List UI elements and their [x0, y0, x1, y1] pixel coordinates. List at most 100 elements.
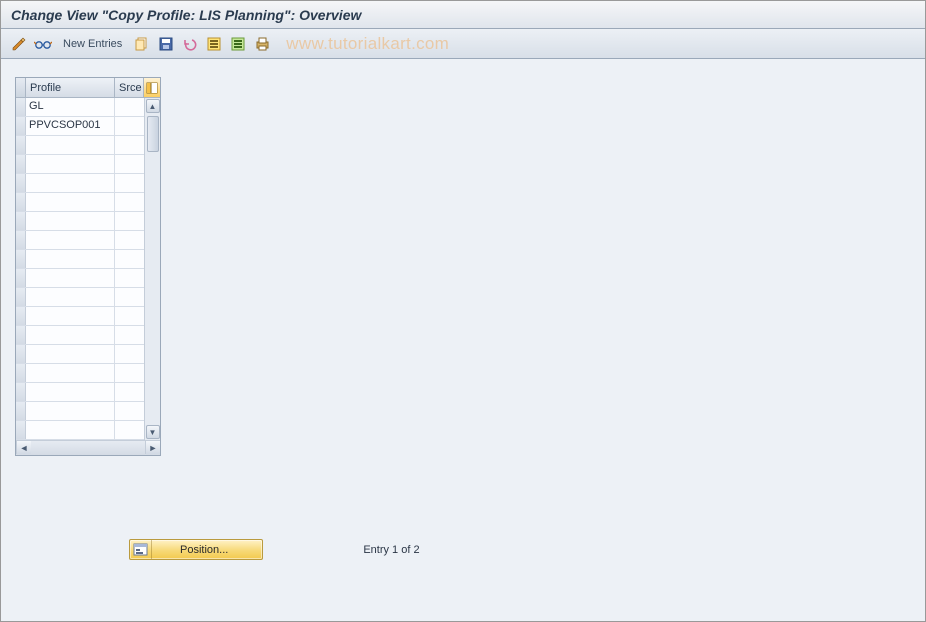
change-icon[interactable] [9, 34, 29, 54]
cell-profile[interactable]: PPVCSOP001 [26, 117, 115, 135]
cell-profile[interactable] [26, 345, 115, 363]
table-row[interactable]: GL [16, 98, 144, 117]
table-row[interactable] [16, 269, 144, 288]
table-row[interactable] [16, 364, 144, 383]
cell-srce[interactable] [115, 193, 144, 211]
cell-profile[interactable]: GL [26, 98, 115, 116]
new-entries-button[interactable]: New Entries [57, 38, 128, 50]
cell-profile[interactable] [26, 326, 115, 344]
cell-srce[interactable] [115, 250, 144, 268]
table-row[interactable] [16, 307, 144, 326]
row-selector[interactable] [16, 136, 26, 154]
row-selector[interactable] [16, 231, 26, 249]
row-selector[interactable] [16, 98, 26, 116]
undo-icon[interactable] [180, 34, 200, 54]
cell-srce[interactable] [115, 326, 144, 344]
column-profile[interactable]: Profile [26, 78, 115, 97]
cell-srce[interactable] [115, 421, 144, 439]
row-selector[interactable] [16, 250, 26, 268]
cell-srce[interactable] [115, 155, 144, 173]
cell-profile[interactable] [26, 250, 115, 268]
table-row[interactable] [16, 193, 144, 212]
cell-srce[interactable] [115, 117, 144, 135]
cell-srce[interactable] [115, 402, 144, 420]
cell-srce[interactable] [115, 212, 144, 230]
title-bar: Change View "Copy Profile: LIS Planning"… [1, 1, 925, 29]
row-selector[interactable] [16, 288, 26, 306]
configure-columns-icon[interactable] [144, 78, 160, 97]
cell-profile[interactable] [26, 136, 115, 154]
cell-srce[interactable] [115, 98, 144, 116]
grid-header: Profile Srce [16, 78, 160, 98]
row-selector[interactable] [16, 269, 26, 287]
table-row[interactable] [16, 212, 144, 231]
table-row[interactable] [16, 402, 144, 421]
select-all-icon[interactable] [204, 34, 224, 54]
cell-profile[interactable] [26, 383, 115, 401]
cell-profile[interactable] [26, 231, 115, 249]
cell-profile[interactable] [26, 307, 115, 325]
horizontal-scrollbar[interactable]: ◄ ► [16, 440, 160, 455]
cell-srce[interactable] [115, 231, 144, 249]
cell-srce[interactable] [115, 364, 144, 382]
row-selector[interactable] [16, 326, 26, 344]
table-row[interactable] [16, 345, 144, 364]
column-srce[interactable]: Srce [115, 78, 144, 97]
scroll-up-icon[interactable]: ▲ [146, 99, 160, 113]
row-selector[interactable] [16, 212, 26, 230]
deselect-all-icon[interactable] [228, 34, 248, 54]
cell-srce[interactable] [115, 307, 144, 325]
copy-icon[interactable] [132, 34, 152, 54]
cell-srce[interactable] [115, 136, 144, 154]
table-row[interactable] [16, 421, 144, 440]
cell-profile[interactable] [26, 193, 115, 211]
table-row[interactable] [16, 250, 144, 269]
cell-profile[interactable] [26, 288, 115, 306]
table-row[interactable] [16, 326, 144, 345]
cell-srce[interactable] [115, 174, 144, 192]
table-row[interactable] [16, 383, 144, 402]
table-row[interactable] [16, 231, 144, 250]
glasses-icon[interactable] [33, 34, 53, 54]
entry-count-text: Entry 1 of 2 [363, 544, 419, 556]
cell-srce[interactable] [115, 383, 144, 401]
row-selector[interactable] [16, 345, 26, 363]
cell-profile[interactable] [26, 269, 115, 287]
cell-profile[interactable] [26, 212, 115, 230]
scroll-left-icon[interactable]: ◄ [16, 441, 31, 454]
position-icon [130, 540, 152, 559]
row-selector[interactable] [16, 364, 26, 382]
cell-profile[interactable] [26, 155, 115, 173]
row-selector[interactable] [16, 193, 26, 211]
row-selector[interactable] [16, 155, 26, 173]
select-all-header[interactable] [16, 78, 26, 97]
save-var-icon[interactable] [156, 34, 176, 54]
row-selector[interactable] [16, 402, 26, 420]
cell-srce[interactable] [115, 269, 144, 287]
scroll-thumb[interactable] [147, 116, 159, 152]
table-row[interactable]: PPVCSOP001 [16, 117, 144, 136]
scroll-down-icon[interactable]: ▼ [146, 425, 160, 439]
row-selector[interactable] [16, 421, 26, 439]
table-row[interactable] [16, 288, 144, 307]
cell-profile[interactable] [26, 364, 115, 382]
row-selector[interactable] [16, 383, 26, 401]
position-button[interactable]: Position... [129, 539, 263, 560]
table-row[interactable] [16, 155, 144, 174]
print-icon[interactable] [252, 34, 272, 54]
cell-profile[interactable] [26, 402, 115, 420]
row-selector[interactable] [16, 174, 26, 192]
row-selector[interactable] [16, 307, 26, 325]
vertical-scrollbar[interactable]: ▲ ▼ [144, 98, 160, 440]
cell-profile[interactable] [26, 421, 115, 439]
table-row[interactable] [16, 174, 144, 193]
row-selector[interactable] [16, 117, 26, 135]
cell-profile[interactable] [26, 174, 115, 192]
cell-srce[interactable] [115, 288, 144, 306]
cell-srce[interactable] [115, 345, 144, 363]
table-row[interactable] [16, 136, 144, 155]
hscroll-track[interactable] [31, 441, 145, 455]
watermark-text: www.tutorialkart.com [286, 34, 449, 54]
scroll-right-icon[interactable]: ► [145, 441, 160, 454]
profile-grid[interactable]: Profile Srce GLPPVCSOP001 ▲ ▼ ◄ ► [15, 77, 161, 456]
